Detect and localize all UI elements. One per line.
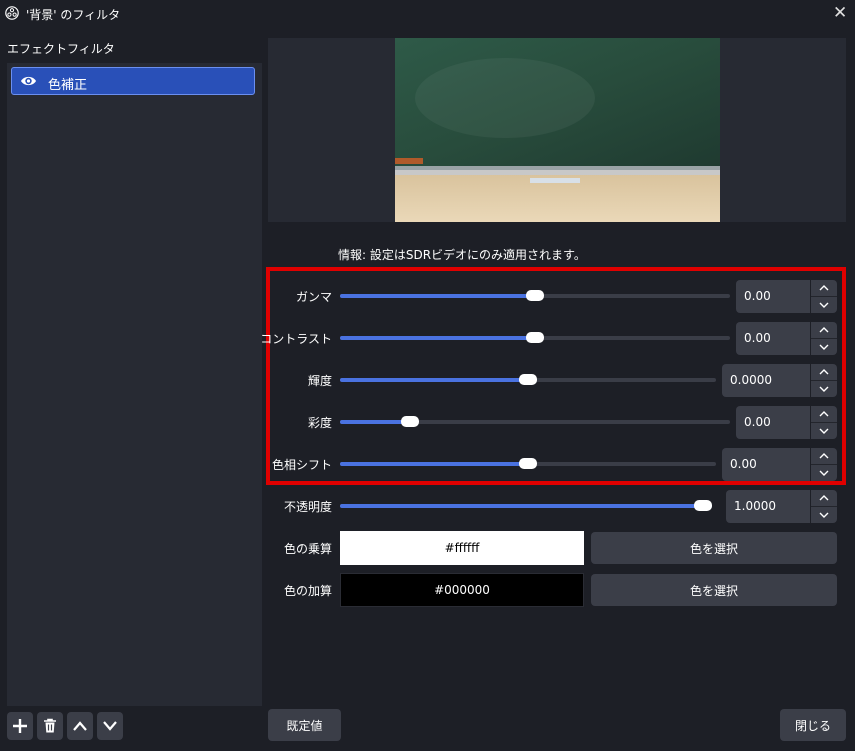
chevron-down-icon [819, 386, 829, 392]
add-filter-button[interactable] [7, 712, 33, 740]
close-button[interactable]: 閉じる [780, 709, 846, 741]
opacity-spinbox[interactable]: 1.0000 [726, 490, 837, 523]
gamma-slider-fill [340, 294, 535, 298]
chevron-down-icon [819, 470, 829, 476]
chevron-down-icon [103, 721, 117, 731]
saturation-slider-fill [340, 420, 410, 424]
color-add-label: 色の加算 [283, 584, 332, 598]
color-multiply-label: 色の乗算 [283, 542, 332, 556]
spin-arrows [811, 280, 837, 313]
filter-item-label: 色補正 [48, 78, 88, 93]
increment-button[interactable] [811, 448, 837, 464]
hue-shift-slider-handle[interactable] [519, 458, 537, 469]
increment-button[interactable] [811, 322, 837, 338]
gamma-value[interactable]: 0.00 [736, 280, 810, 313]
chevron-up-icon [73, 721, 87, 731]
brightness-spinbox[interactable]: 0.0000 [722, 364, 837, 397]
saturation-value[interactable]: 0.00 [736, 406, 810, 439]
preview-image [395, 38, 720, 222]
decrement-button[interactable] [811, 338, 837, 355]
brightness-slider[interactable] [340, 374, 716, 385]
contrast-label: コントラスト [260, 332, 332, 346]
increment-button[interactable] [811, 406, 837, 422]
color-multiply-select-button[interactable]: 色を選択 [591, 532, 837, 564]
hue-shift-slider-fill [340, 462, 528, 466]
preview-area [268, 38, 846, 222]
plus-icon [13, 719, 27, 733]
opacity-slider[interactable] [340, 500, 712, 511]
decrement-button[interactable] [811, 464, 837, 481]
defaults-button[interactable]: 既定値 [268, 709, 341, 741]
hue-shift-slider[interactable] [340, 458, 716, 469]
spin-arrows [811, 448, 837, 481]
filter-item-color-correction[interactable]: 色補正 [11, 67, 255, 95]
trash-icon [44, 718, 56, 733]
title-bar: '背景' のフィルタ ✕ [0, 0, 855, 28]
color-add-swatch: #000000 [340, 573, 584, 607]
decrement-button[interactable] [811, 296, 837, 313]
opacity-slider-fill [340, 504, 712, 508]
opacity-value[interactable]: 1.0000 [726, 490, 810, 523]
increment-button[interactable] [811, 490, 837, 506]
info-text: 情報: 設定はSDRビデオにのみ適用されます。 [338, 248, 586, 262]
brightness-slider-handle[interactable] [519, 374, 537, 385]
saturation-slider-handle[interactable] [401, 416, 419, 427]
brightness-slider-fill [340, 378, 528, 382]
chevron-down-icon [819, 428, 829, 434]
decrement-button[interactable] [811, 380, 837, 397]
window-title: '背景' のフィルタ [26, 8, 121, 22]
chevron-up-icon [819, 327, 829, 333]
chevron-up-icon [819, 495, 829, 501]
brightness-value[interactable]: 0.0000 [722, 364, 810, 397]
spin-arrows [811, 490, 837, 523]
close-icon[interactable]: ✕ [833, 3, 847, 23]
move-down-button[interactable] [97, 712, 123, 740]
spin-arrows [811, 406, 837, 439]
decrement-button[interactable] [811, 422, 837, 439]
chevron-down-icon [819, 512, 829, 518]
obs-logo-icon [5, 6, 19, 20]
remove-filter-button[interactable] [37, 712, 63, 740]
increment-button[interactable] [811, 280, 837, 296]
gamma-slider[interactable] [340, 290, 730, 301]
chevron-up-icon [819, 453, 829, 459]
move-up-button[interactable] [67, 712, 93, 740]
gamma-slider-handle[interactable] [526, 290, 544, 301]
contrast-slider-fill [340, 336, 535, 340]
saturation-slider[interactable] [340, 416, 730, 427]
filters-panel: エフェクトフィルタ 色補正 [0, 30, 264, 706]
opacity-slider-handle[interactable] [694, 500, 712, 511]
hue-shift-spinbox[interactable]: 0.00 [722, 448, 837, 481]
color-multiply-swatch: #ffffff [340, 531, 584, 565]
saturation-label: 彩度 [307, 416, 332, 430]
brightness-label: 輝度 [307, 374, 332, 388]
chevron-up-icon [819, 411, 829, 417]
chevron-up-icon [819, 369, 829, 375]
spin-arrows [811, 364, 837, 397]
gamma-spinbox[interactable]: 0.00 [736, 280, 837, 313]
chevron-down-icon [819, 344, 829, 350]
contrast-slider-handle[interactable] [526, 332, 544, 343]
chevron-down-icon [819, 302, 829, 308]
increment-button[interactable] [811, 364, 837, 380]
gamma-label: ガンマ [295, 290, 332, 304]
filter-list: 色補正 [7, 63, 262, 706]
contrast-slider[interactable] [340, 332, 730, 343]
eye-icon[interactable] [20, 74, 37, 88]
color-add-select-button[interactable]: 色を選択 [591, 574, 837, 606]
contrast-spinbox[interactable]: 0.00 [736, 322, 837, 355]
contrast-value[interactable]: 0.00 [736, 322, 810, 355]
spin-arrows [811, 322, 837, 355]
decrement-button[interactable] [811, 506, 837, 523]
hue-shift-value[interactable]: 0.00 [722, 448, 810, 481]
color-add-value: #000000 [434, 583, 490, 597]
effect-filters-label: エフェクトフィルタ [7, 42, 115, 56]
saturation-spinbox[interactable]: 0.00 [736, 406, 837, 439]
color-multiply-value: #ffffff [444, 541, 480, 555]
opacity-label: 不透明度 [283, 500, 332, 514]
hue-shift-label: 色相シフト [271, 458, 332, 472]
chevron-up-icon [819, 285, 829, 291]
